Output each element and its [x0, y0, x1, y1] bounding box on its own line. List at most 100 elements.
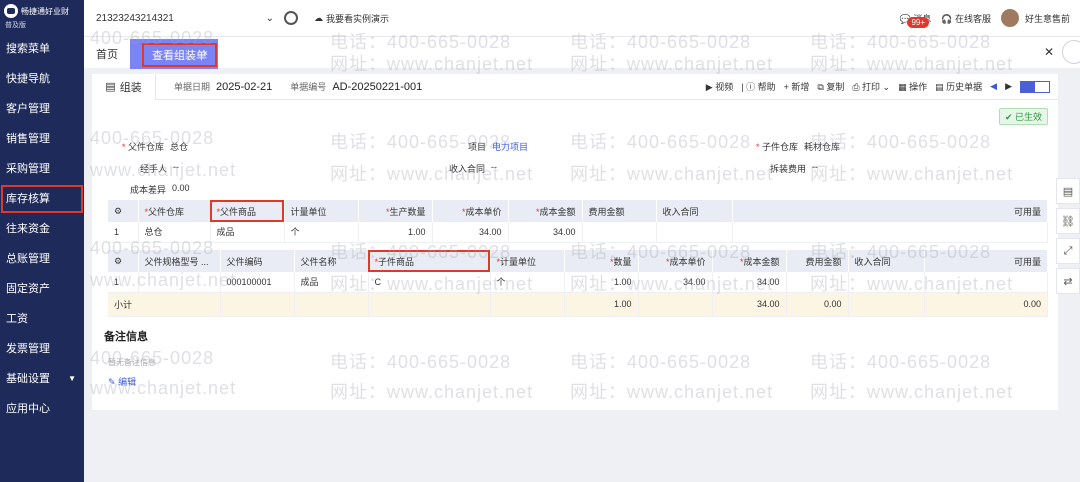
- edit-label: 编辑: [118, 377, 137, 387]
- project-value[interactable]: 电力项目: [492, 140, 528, 153]
- sidebar-item-payroll[interactable]: 工资: [0, 304, 84, 334]
- sidebar-item-inventory[interactable]: 库存核算: [0, 184, 84, 214]
- user-menu[interactable]: 好生意售前: [1000, 9, 1070, 27]
- next-icon[interactable]: ▶: [1005, 81, 1012, 92]
- contract-label: 收入合同: [449, 164, 486, 174]
- col-available: 可用量: [732, 200, 1048, 222]
- col-child-available: 可用量: [924, 250, 1048, 272]
- table-row[interactable]: 1 总仓 成品 个 1.00 34.00 34.00: [108, 222, 1048, 243]
- tab-view-assembly[interactable]: 查看组装单 ×: [130, 39, 218, 69]
- parent-wh-label: 父件仓库: [128, 142, 165, 152]
- parent-wh-value[interactable]: 总仓: [170, 140, 188, 153]
- copy-label: 复制: [826, 82, 845, 92]
- col-parent-code: 父件编码: [220, 250, 295, 272]
- sidebar-item-invoices[interactable]: 发票管理: [0, 334, 84, 364]
- brand-logo: 畅捷通好业财 普及版: [0, 0, 84, 34]
- edition-label: 普及版: [5, 22, 26, 29]
- handler-label: 经手人: [140, 164, 168, 174]
- operate-button[interactable]: ▦ 操作: [898, 80, 927, 93]
- sidebar-item-purchase[interactable]: 采购管理: [0, 154, 84, 184]
- arrows-icon[interactable]: ⇄: [1056, 268, 1080, 294]
- cloud-icon: ☁: [314, 12, 323, 23]
- contract-field: 收入合同 --: [449, 162, 497, 175]
- org-selector[interactable]: 21323243214321 ⌄: [96, 13, 274, 24]
- settings-icon[interactable]: ⚙: [108, 200, 139, 222]
- col-parent-wh: *父件仓库: [138, 200, 211, 222]
- dismantle-fee-field: 拆装费用 --: [770, 162, 818, 175]
- child-wh-label: 子件仓库: [762, 142, 799, 152]
- col-qty: *数量: [564, 250, 639, 272]
- org-name: 21323243214321: [96, 12, 174, 24]
- col-unit: 计量单位: [284, 200, 359, 222]
- settings-icon[interactable]: ⚙: [108, 250, 139, 272]
- cost-diff-field: 成本差异 0.00: [130, 183, 190, 196]
- side-toggle-button[interactable]: [1062, 40, 1080, 64]
- parent-warehouse-field: * 父件仓库 总仓: [122, 140, 189, 153]
- operate-label: 操作: [909, 82, 928, 92]
- chevron-down-icon: ⌄: [265, 12, 274, 24]
- gear-icon[interactable]: [284, 11, 298, 25]
- doc-date: 2025-02-21: [216, 80, 273, 93]
- edit-notes-button[interactable]: ✎ 编辑: [108, 375, 136, 388]
- contract-value[interactable]: --: [491, 162, 497, 175]
- sidebar-item-quick-nav[interactable]: 快捷导航: [0, 64, 84, 94]
- dismantle-label: 拆装费用: [770, 164, 807, 174]
- sidebar-item-sales[interactable]: 销售管理: [0, 124, 84, 154]
- cost-diff-value: 0.00: [172, 183, 190, 193]
- sidebar-item-search[interactable]: 搜索菜单: [0, 34, 84, 64]
- print-button[interactable]: ⎙ 打印 ⌄: [852, 80, 890, 93]
- close-all-icon[interactable]: ✕: [1044, 45, 1054, 59]
- table-row[interactable]: 1 000100001 成品 C 个 1.00 34.00 34.00: [108, 272, 1048, 293]
- dismantle-value[interactable]: --: [812, 162, 818, 175]
- new-button[interactable]: + 新增: [784, 80, 810, 93]
- sidebar-item-settings[interactable]: 基础设置 ▼: [0, 364, 84, 394]
- history-button[interactable]: ▤ 历史单据: [935, 80, 982, 93]
- side-tools: ▤ ⛓ ⤢ ⇄: [1056, 178, 1080, 294]
- tab-assembly[interactable]: ▤ 组装: [92, 73, 156, 100]
- link-icon[interactable]: ⛓: [1056, 208, 1080, 234]
- sidebar-item-assets[interactable]: 固定资产: [0, 274, 84, 304]
- message-badge: 99+: [907, 16, 930, 28]
- video-button[interactable]: ▶ 视频: [706, 80, 733, 93]
- sidebar-item-customers[interactable]: 客户管理: [0, 94, 84, 124]
- child-wh-value[interactable]: 耗材仓库: [804, 140, 840, 153]
- copy-button[interactable]: ⧉ 复制: [817, 80, 844, 93]
- notes-title: 备注信息: [104, 331, 148, 343]
- project-label: 项目: [468, 142, 487, 152]
- document-icon: ▤: [105, 81, 116, 93]
- sidebar-item-apps[interactable]: 应用中心: [0, 394, 84, 424]
- child-items-table: ⚙ 父件规格型号 ... 父件编码 父件名称 *子件商品 *计量单位 *数量 *…: [108, 250, 1048, 317]
- tab-assembly-label: 组装: [119, 81, 142, 94]
- col-child-unit: *计量单位: [490, 250, 565, 272]
- view-toggle[interactable]: [1020, 80, 1050, 93]
- demo-link[interactable]: ☁ 我要看实例演示: [314, 12, 389, 25]
- grid-view-icon[interactable]: [1035, 82, 1049, 92]
- col-prod-qty: *生产数量: [358, 200, 433, 222]
- caret-down-icon: ▼: [68, 374, 76, 383]
- messages-button[interactable]: 💬 消息99+: [897, 12, 931, 28]
- sidebar-item-funds[interactable]: 往来资金: [0, 214, 84, 244]
- prev-icon[interactable]: ◀: [990, 81, 997, 92]
- col-contract: 收入合同: [656, 200, 733, 222]
- sidebar-item-ledger[interactable]: 总账管理: [0, 244, 84, 274]
- handler-field: 经手人 --: [140, 162, 179, 175]
- notepad-icon[interactable]: ▤: [1056, 178, 1080, 204]
- brand-icon: [4, 4, 18, 18]
- col-fee: 费用金额: [582, 200, 657, 222]
- help-label: 帮助: [757, 82, 776, 92]
- new-label: 新增: [791, 82, 810, 92]
- scan-icon[interactable]: ⤢: [1056, 238, 1080, 264]
- status-badge: ✔ 已生效: [998, 108, 1048, 125]
- service-button[interactable]: 🎧 在线客服: [941, 12, 991, 25]
- status-label: 已生效: [1014, 112, 1042, 122]
- close-icon[interactable]: ×: [203, 48, 208, 58]
- subtotal-row: 小计 1.00 34.00 0.00 0.00: [108, 292, 1048, 317]
- col-child-cost-amount: *成本金额: [712, 250, 787, 272]
- cost-diff-label: 成本差异: [130, 185, 167, 195]
- tab-home[interactable]: 首页: [96, 46, 118, 62]
- col-child-item: *子件商品: [368, 250, 491, 272]
- parent-items-table: ⚙ *父件仓库 *父件商品 计量单位 *生产数量 *成本单价 *成本金额 费用金…: [108, 200, 1048, 243]
- handler-value[interactable]: --: [173, 162, 179, 175]
- help-button[interactable]: | ⓘ 帮助: [741, 80, 775, 93]
- list-view-icon[interactable]: [1021, 81, 1035, 92]
